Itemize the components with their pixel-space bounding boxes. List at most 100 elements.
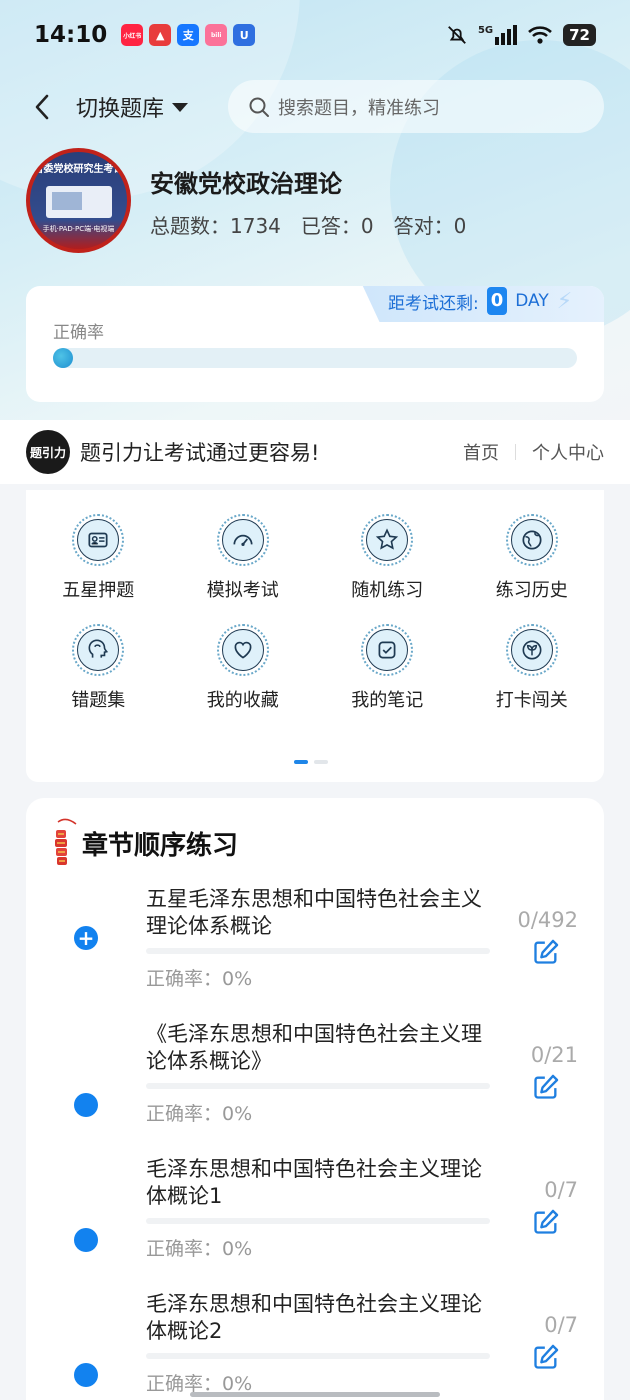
cover-title: 省委党校研究生考试: [33, 164, 124, 175]
accuracy-label: 正确率: [53, 323, 104, 343]
function-label: 五星押题: [62, 580, 135, 601]
accuracy-progress-knob: [53, 348, 73, 368]
link-divider: [515, 444, 516, 460]
chapter-count: 0/7: [544, 1313, 578, 1337]
star-icon: [366, 519, 409, 561]
pager-dot[interactable]: [294, 760, 308, 764]
chapter-count: 0/492: [517, 908, 578, 932]
search-placeholder: 搜索题目，精准练习: [278, 97, 440, 119]
function-globe[interactable]: 练习历史: [460, 514, 605, 602]
function-label: 我的收藏: [206, 690, 279, 711]
function-icon-ring: [361, 514, 414, 566]
chapter-name: 毛泽东思想和中国特色社会主义理论体概论1: [146, 1157, 482, 1208]
chapter-progress-bar: [146, 1083, 490, 1089]
chapter-accuracy: 正确率：0%: [146, 968, 253, 990]
chapter-accuracy: 正确率：0%: [146, 1103, 253, 1125]
home-link[interactable]: 首页: [463, 439, 499, 465]
chevron-left-icon: [35, 94, 49, 120]
function-label: 练习历史: [495, 580, 568, 601]
status-indicators: 5G 72: [446, 24, 596, 46]
brand-banner: 题引力 题引力让考试通过更容易! 首页 个人中心: [0, 420, 630, 484]
function-icon-ring: [72, 514, 125, 566]
function-heart[interactable]: 我的收藏: [171, 624, 316, 712]
chapter-row[interactable]: + 五星毛泽东思想和中国特色社会主义理论体系概论正确率：0% 0/492: [26, 886, 604, 1016]
chapter-progress-bar: [146, 1218, 490, 1224]
chapter-practice-card: 章节顺序练习 + 五星毛泽东思想和中国特色社会主义理论体系概论 正确率：0% 0/49…: [26, 798, 604, 1400]
head-icon: [77, 629, 120, 671]
cover-foot-text: 手机·PAD·PC端·电视端: [42, 225, 115, 233]
function-note-check[interactable]: 我的笔记: [315, 624, 460, 712]
shield-app-icon: U: [233, 24, 256, 46]
function-sprout[interactable]: 打卡闯关: [460, 624, 605, 712]
edit-icon[interactable]: [532, 1073, 560, 1101]
function-icon-ring: [505, 514, 558, 566]
status-bar: 14:10 小红书 ▲ 支 bili U 5G 72: [0, 0, 630, 70]
mute-bell-icon: [448, 26, 466, 44]
countdown-unit: DAY: [515, 291, 549, 311]
accuracy-card: 距考试还剩: 0 DAY ⚡ 正确率: [26, 286, 604, 402]
arrow-app-icon: ▲: [149, 24, 172, 46]
chapter-name: 五星毛泽东思想和中国特色社会主义理论体系概论: [146, 887, 482, 938]
function-label: 我的笔记: [351, 690, 424, 711]
grid-pager: [294, 760, 328, 764]
function-label: 错题集: [71, 690, 126, 711]
function-grid-card: 五星押题 模拟考试 随机练习 练习历史错题集 我的收藏 我的笔记 打卡闯关: [26, 490, 604, 782]
chapter-row[interactable]: 毛泽东思想和中国特色社会主义理论体概论1 正确率：0% 0/7: [26, 1156, 604, 1286]
notification-app-icons: 小红书 ▲ 支 bili U: [121, 24, 256, 46]
profile-link[interactable]: 个人中心: [532, 439, 604, 465]
chapter-progress-bar: [146, 1353, 490, 1359]
countdown-days: 0: [486, 287, 508, 315]
back-button[interactable]: [22, 80, 62, 134]
edit-icon[interactable]: [532, 1343, 560, 1371]
function-icon-ring: [361, 624, 414, 676]
speedometer-icon: [221, 519, 264, 561]
chapter-row[interactable]: 毛泽东思想和中国特色社会主义理论体概论2 正确率：0% 0/7: [26, 1291, 604, 1400]
edit-icon[interactable]: [532, 938, 560, 966]
search-input[interactable]: 搜索题目，精准练习: [228, 80, 604, 133]
pager-dot[interactable]: [314, 760, 328, 764]
function-star[interactable]: 随机练习: [315, 514, 460, 602]
function-label: 模拟考试: [206, 580, 279, 601]
function-label: 随机练习: [351, 580, 424, 601]
chapter-name: 《毛泽东思想和中国特色社会主义理论体系概论》: [146, 1022, 482, 1073]
expand-plus-icon[interactable]: +: [74, 926, 98, 950]
caret-down-icon: [172, 102, 189, 112]
chapter-bullet[interactable]: [74, 1228, 98, 1252]
search-icon: [249, 97, 269, 117]
countdown-label: 距考试还剩:: [388, 293, 479, 314]
cover-device-illustration: [46, 186, 112, 218]
accuracy-progress-bar: [53, 348, 577, 368]
function-id-card[interactable]: 五星押题: [26, 514, 171, 602]
heart-icon: [221, 629, 264, 671]
id-card-icon: [77, 519, 120, 561]
function-head[interactable]: 错题集: [26, 624, 171, 712]
correct-count: 答对：0: [393, 214, 467, 238]
status-time: 14:10: [34, 22, 108, 48]
xiaohongshu-icon: 小红书: [121, 24, 144, 46]
firecracker-icon: [55, 818, 77, 865]
edit-icon[interactable]: [532, 1208, 560, 1236]
chapter-count: 0/21: [530, 1043, 578, 1067]
answered-count: 已答：0: [300, 214, 374, 238]
function-speedometer[interactable]: 模拟考试: [171, 514, 316, 602]
lightning-icon: ⚡: [556, 288, 573, 314]
banner-links: 首页 个人中心: [463, 439, 604, 465]
chapter-bullet[interactable]: [74, 1363, 98, 1387]
bilibili-icon: bili: [205, 24, 228, 46]
chapter-accuracy: 正确率：0%: [146, 1238, 253, 1260]
globe-icon: [510, 519, 553, 561]
question-bank-info: 省委党校研究生考试 手机·PAD·PC端·电视端 安徽党校政治理论 总题数：17…: [26, 148, 606, 253]
function-label: 打卡闯关: [495, 690, 568, 711]
bank-cover-image[interactable]: 省委党校研究生考试 手机·PAD·PC端·电视端: [26, 148, 131, 253]
note-check-icon: [366, 629, 409, 671]
chapter-count: 0/7: [544, 1178, 578, 1202]
home-indicator[interactable]: [190, 1392, 440, 1397]
function-icon-ring: [72, 624, 125, 676]
brand-logo: 题引力: [26, 430, 70, 474]
switch-bank-dropdown[interactable]: 切换题库: [76, 91, 189, 123]
chapter-bullet[interactable]: [74, 1093, 98, 1117]
function-icon-ring: [216, 624, 269, 676]
chapter-progress-bar: [146, 948, 490, 954]
chapter-row[interactable]: 《毛泽东思想和中国特色社会主义理论体系概论》正确率：0% 0/21: [26, 1021, 604, 1151]
function-icon-ring: [216, 514, 269, 566]
